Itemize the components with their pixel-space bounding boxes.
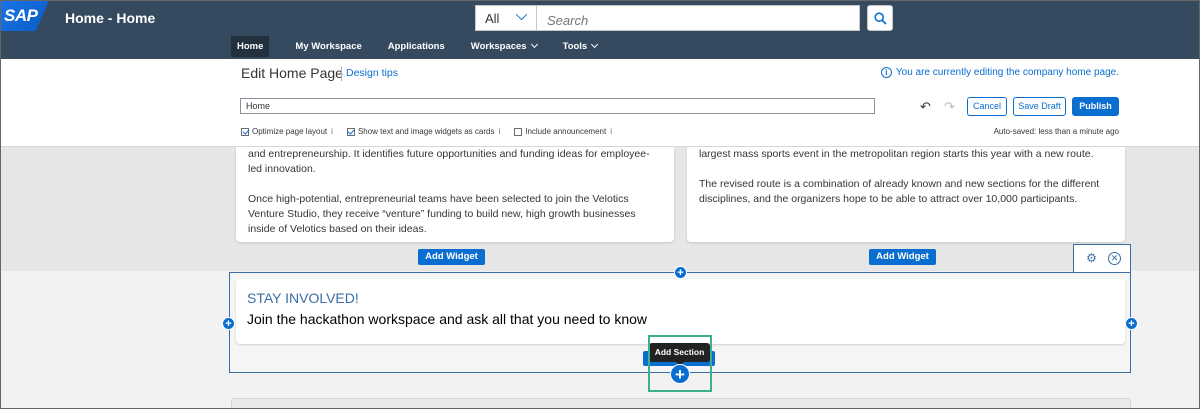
sap-logo[interactable]: SAP — [1, 1, 49, 31]
add-widget-button[interactable]: Add Widget — [418, 249, 485, 265]
nav-my-workspace-label: My Workspace — [295, 40, 362, 52]
undo-icon[interactable]: ↶ — [920, 99, 931, 115]
editing-notice: i You are currently editing the company … — [880, 67, 1119, 78]
include-announcement-label: Include announcement — [525, 127, 607, 136]
add-column-left-icon[interactable]: + — [222, 317, 235, 330]
nav-workspaces-label: Workspaces — [470, 40, 527, 52]
info-icon[interactable]: i — [498, 127, 500, 136]
info-icon[interactable]: i — [331, 127, 333, 136]
chevron-down-icon — [591, 40, 599, 49]
search-bar: All — [475, 5, 860, 31]
chevron-down-icon — [530, 40, 538, 49]
info-icon[interactable]: i — [610, 127, 612, 136]
widget-paragraph: and entrepreneurship. It identifies futu… — [248, 148, 650, 175]
top-navigation: Home My Workspace Applications Workspace… — [231, 35, 611, 57]
autosave-status: Auto-saved: less than a minute ago — [993, 127, 1119, 136]
gear-icon[interactable]: ⚙ — [1085, 252, 1098, 265]
widgets-as-cards-label: Show text and image widgets as cards — [357, 127, 495, 136]
save-draft-button[interactable]: Save Draft — [1013, 97, 1066, 116]
nav-home-label: Home — [237, 40, 264, 52]
widgets-as-cards-checkbox[interactable] — [346, 127, 355, 136]
shell-bar: SAP Home - Home All Home My Workspace Ap… — [1, 1, 1199, 59]
search-scope-value: All — [485, 11, 500, 26]
layout-options: Optimize page layout i Show text and ima… — [241, 127, 626, 136]
search-input[interactable] — [537, 5, 860, 31]
optimize-layout-option[interactable]: Optimize page layout i — [241, 127, 333, 136]
widget-paragraph: Once high-potential, entrepreneurial tea… — [248, 193, 636, 235]
redo-icon[interactable]: ↷ — [944, 99, 955, 115]
widgets-as-cards-option[interactable]: Show text and image widgets as cards i — [346, 127, 500, 136]
search-button[interactable] — [867, 5, 893, 31]
title-divider — [341, 67, 342, 81]
nav-tools-label: Tools — [562, 40, 588, 52]
add-section-above-icon[interactable]: + — [674, 266, 687, 279]
design-tips-link[interactable]: Design tips — [346, 67, 398, 79]
add-column-right-icon[interactable]: + — [1125, 317, 1138, 330]
page-name-input[interactable] — [240, 98, 875, 114]
widget-paragraph: The revised route is a combination of al… — [699, 178, 1100, 205]
app-frame: SAP Home - Home All Home My Workspace Ap… — [0, 0, 1200, 409]
text-widget-card[interactable]: largest mass sports event in the metropo… — [687, 147, 1125, 242]
chevron-down-icon — [515, 8, 528, 21]
widget-subheading: Join the hackathon workspace and ask all… — [247, 311, 648, 327]
section-toolbar: ⚙ ✕ — [1073, 244, 1131, 272]
widget-heading: STAY INVOLVED! — [247, 290, 359, 306]
content-section — [231, 398, 1131, 408]
include-announcement-option[interactable]: Include announcement i — [514, 127, 612, 136]
widget-paragraph: largest mass sports event in the metropo… — [699, 148, 1094, 160]
app-title: Home - Home — [65, 10, 156, 26]
nav-applications[interactable]: Applications — [376, 37, 457, 56]
nav-tools[interactable]: Tools — [551, 37, 610, 56]
page-title: Edit Home Page — [241, 65, 343, 81]
highlight-box — [648, 335, 712, 392]
info-icon: i — [880, 67, 892, 78]
optimize-layout-label: Optimize page layout — [252, 127, 328, 136]
search-scope-select[interactable]: All — [475, 5, 537, 31]
nav-applications-label: Applications — [387, 40, 445, 52]
cancel-button[interactable]: Cancel — [967, 97, 1007, 116]
search-icon — [874, 12, 887, 25]
nav-home[interactable]: Home — [231, 35, 270, 57]
publish-button[interactable]: Publish — [1072, 97, 1119, 116]
text-widget-card[interactable]: and entrepreneurship. It identifies futu… — [236, 147, 674, 242]
close-icon[interactable]: ✕ — [1108, 252, 1121, 265]
add-widget-button[interactable]: Add Widget — [869, 249, 936, 265]
edit-toolbar: Edit Home Page Design tips i You are cur… — [1, 59, 1199, 147]
editing-notice-text: You are currently editing the company ho… — [895, 67, 1119, 78]
include-announcement-checkbox[interactable] — [514, 127, 523, 136]
optimize-layout-checkbox[interactable] — [241, 127, 249, 136]
nav-workspaces[interactable]: Workspaces — [459, 37, 549, 56]
nav-my-workspace[interactable]: My Workspace — [283, 37, 373, 56]
